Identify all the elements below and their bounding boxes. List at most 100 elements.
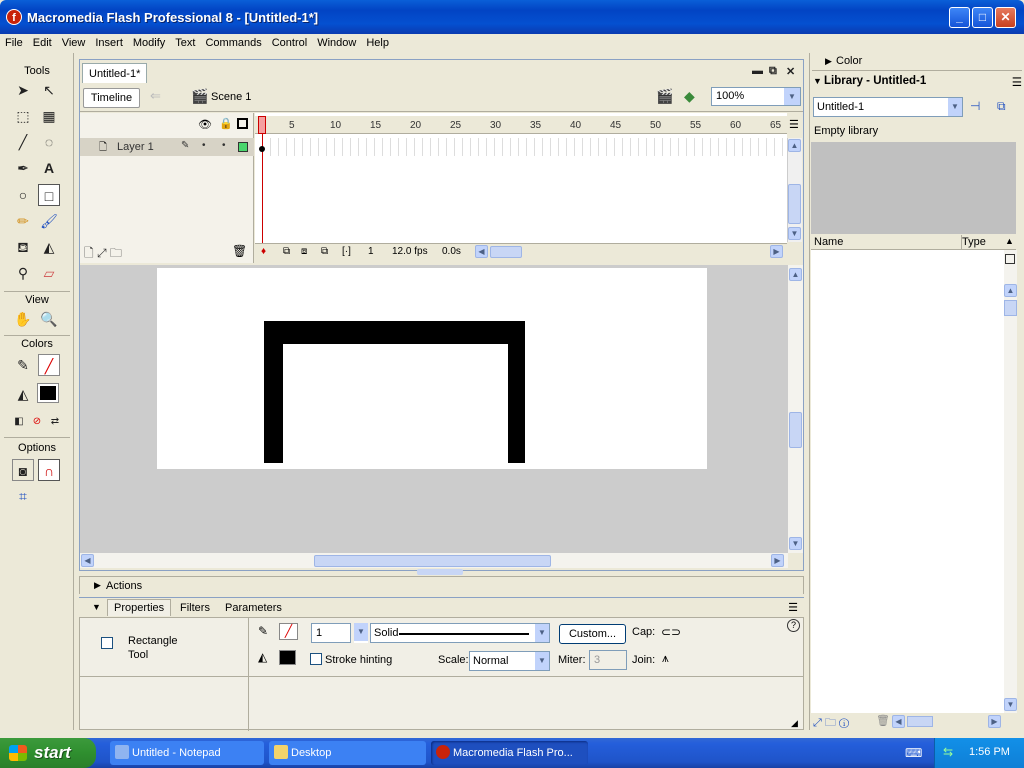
outline-icon[interactable] <box>237 118 248 129</box>
start-button[interactable]: start <box>0 738 96 768</box>
close-button[interactable]: ✕ <box>995 7 1016 28</box>
chevron-left-icon[interactable]: ◀ <box>475 245 488 258</box>
properties-menu-icon[interactable]: ☰ <box>788 601 798 614</box>
edit-scene-icon[interactable]: 🎬 <box>656 88 673 105</box>
stroke-color-icon[interactable]: ✎ <box>12 354 34 376</box>
stage-vscroll-thumb[interactable] <box>789 412 802 448</box>
chevron-down-icon[interactable]: ▼ <box>535 652 549 670</box>
hand-tool-icon[interactable]: ✋ <box>12 308 34 330</box>
line-tool-icon[interactable]: ╱ <box>12 131 34 153</box>
free-transform-tool-icon[interactable]: ⬚ <box>12 105 34 127</box>
library-item-list[interactable] <box>811 250 1004 713</box>
straighten-icon[interactable]: ⌗ <box>12 485 34 507</box>
onion-outline-icon[interactable]: ⧈ <box>301 246 307 257</box>
tab-parameters[interactable]: Parameters <box>225 602 282 614</box>
pin-library-icon[interactable]: ⊣ <box>970 99 980 113</box>
edit-multiple-icon[interactable]: ⧉ <box>321 246 328 257</box>
sort-icon[interactable]: ▲ <box>1005 236 1014 246</box>
chevron-down-icon[interactable]: ▼ <box>784 88 800 105</box>
stage[interactable] <box>157 268 707 469</box>
subselection-tool-icon[interactable]: ↖ <box>38 79 60 101</box>
timeline-hscroll-thumb[interactable] <box>490 246 522 258</box>
chevron-down-icon[interactable]: ▼ <box>354 623 368 641</box>
layer-outline-color[interactable] <box>238 142 248 152</box>
network-icon[interactable]: ⇆ <box>943 745 953 759</box>
library-delete-icon[interactable]: 🗑 <box>876 714 890 727</box>
taskbar-item-notepad[interactable]: Untitled - Notepad <box>110 741 264 765</box>
library-vscrollbar[interactable] <box>1004 250 1017 713</box>
panel-collapse-handle[interactable] <box>417 569 463 575</box>
fill-color-swatch[interactable] <box>279 650 296 665</box>
menu-help[interactable]: Help <box>361 34 394 52</box>
chevron-right-icon[interactable]: ▶ <box>988 715 1001 728</box>
chevron-down-icon[interactable]: ▼ <box>788 227 801 240</box>
tab-filters[interactable]: Filters <box>180 602 210 614</box>
scale-select[interactable]: Normal ▼ <box>469 651 550 671</box>
zoom-select[interactable]: 100% ▼ <box>711 87 801 106</box>
doc-minimize-icon[interactable]: ▬ <box>752 65 763 77</box>
selection-tool-icon[interactable]: ➤ <box>12 79 34 101</box>
library-new-symbol-icon[interactable]: ⤢ 🗀 ⓘ <box>813 714 849 733</box>
stroke-color-swatch[interactable]: ╱ <box>38 354 60 376</box>
pen-tool-icon[interactable]: ✒ <box>12 157 34 179</box>
library-panel-header[interactable]: ▼ Library - Untitled-1 ☰ <box>812 74 1022 92</box>
rectangle-top-stroke[interactable] <box>264 321 525 344</box>
taskbar-item-desktop[interactable]: Desktop <box>269 741 426 765</box>
paint-bucket-tool-icon[interactable]: ◭ <box>38 236 60 258</box>
fill-color-icon[interactable]: ◭ <box>12 383 34 405</box>
layer-buttons[interactable]: 🗋 ⤢ 🗀 <box>84 244 122 265</box>
menu-commands[interactable]: Commands <box>200 34 266 52</box>
stroke-color-swatch[interactable]: ╱ <box>279 623 298 640</box>
doc-restore-icon[interactable]: ⧉ <box>769 65 777 78</box>
rectangle-right-stroke[interactable] <box>508 321 525 463</box>
layer-name[interactable]: Layer 1 <box>117 141 154 153</box>
snap-magnet-icon[interactable]: ∩ <box>38 459 60 481</box>
back-arrow-icon[interactable]: ⇐ <box>150 88 161 104</box>
library-hscroll-thumb[interactable] <box>907 716 933 727</box>
doc-close-icon[interactable]: ✕ <box>786 65 795 78</box>
menu-window[interactable]: Window <box>312 34 361 52</box>
keyframe-dot[interactable] <box>259 146 265 152</box>
rectangle-left-stroke[interactable] <box>264 321 283 463</box>
show-hide-eye-icon[interactable]: 👁 <box>198 118 212 131</box>
column-name[interactable]: Name <box>814 236 843 248</box>
color-panel-header[interactable]: ▶ Color <box>812 53 1022 71</box>
fill-color-swatch[interactable] <box>37 383 59 403</box>
chevron-left-icon[interactable]: ◀ <box>81 554 94 567</box>
pencil-tool-icon[interactable]: ✏ <box>12 210 34 232</box>
rectangle-tool-icon[interactable]: □ <box>38 184 60 206</box>
stage-vscrollbar[interactable] <box>788 265 803 553</box>
lock-icon[interactable]: 🔒 <box>219 117 233 130</box>
menu-file[interactable]: File <box>0 34 28 52</box>
collapse-arrow-icon[interactable]: ▼ <box>813 76 822 86</box>
stroke-height-slider[interactable]: ▼ <box>354 623 368 643</box>
chevron-down-icon[interactable]: ▼ <box>789 537 802 550</box>
library-document-select[interactable]: Untitled-1 ▼ <box>813 97 963 117</box>
flash-app-icon[interactable]: f <box>6 9 22 25</box>
chevron-down-icon[interactable]: ▼ <box>948 98 962 116</box>
stage-hscroll-thumb[interactable] <box>314 555 551 567</box>
chevron-up-icon[interactable]: ▲ <box>1004 284 1017 297</box>
actions-panel-header[interactable]: ▶ Actions <box>79 576 804 594</box>
miter-input[interactable]: 3 <box>589 650 627 670</box>
menu-control[interactable]: Control <box>267 34 312 52</box>
expand-arrow-icon[interactable]: ▶ <box>94 580 101 591</box>
chevron-down-icon[interactable]: ▼ <box>535 624 549 642</box>
custom-stroke-button[interactable]: Custom... <box>559 624 626 644</box>
lasso-tool-icon[interactable]: ◌ <box>38 131 60 153</box>
scene-label[interactable]: Scene 1 <box>211 91 251 103</box>
stroke-hinting-checkbox[interactable] <box>310 653 322 665</box>
expand-arrow-icon[interactable]: ▶ <box>825 56 832 67</box>
menu-edit[interactable]: Edit <box>28 34 57 52</box>
timeline-toggle-button[interactable]: Timeline <box>83 88 140 108</box>
tab-properties[interactable]: Properties <box>107 599 172 616</box>
chevron-left-icon[interactable]: ◀ <box>892 715 905 728</box>
clock[interactable]: 1:56 PM <box>969 746 1010 758</box>
chevron-right-icon[interactable]: ▶ <box>771 554 784 567</box>
menu-insert[interactable]: Insert <box>90 34 128 52</box>
help-icon[interactable]: ? <box>787 619 800 632</box>
timeline-vscroll-thumb[interactable] <box>788 184 801 224</box>
brush-tool-icon[interactable]: 🖌 <box>38 210 60 232</box>
lock-dot[interactable]: • <box>222 140 226 151</box>
fill-transform-tool-icon[interactable]: ▦ <box>38 105 60 127</box>
